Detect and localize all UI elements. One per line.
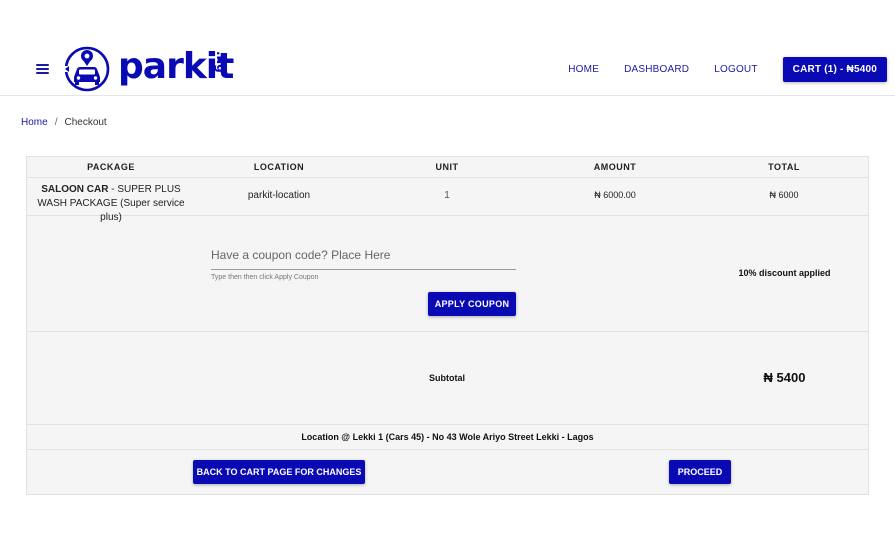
location-summary: Location @ Lekki 1 (Cars 45) - No 43 Wol… xyxy=(301,432,594,442)
subtotal-row: Subtotal ₦ 5400 xyxy=(27,332,868,425)
breadcrumb-current: Checkout xyxy=(64,117,107,128)
header-total: TOTAL xyxy=(768,162,800,172)
nav-home-link[interactable]: HOME xyxy=(568,64,599,75)
item-amount: ₦ 6000.00 xyxy=(594,190,636,200)
breadcrumb-separator: / xyxy=(54,117,58,128)
logo-tld: .ng xyxy=(214,51,228,73)
item-package-type: SALOON CAR xyxy=(41,184,109,195)
header-unit: UNIT xyxy=(435,162,459,172)
subtotal-label: Subtotal xyxy=(429,373,465,383)
brand-logo[interactable]: parkit .ng xyxy=(62,44,247,94)
top-navbar: parkit .ng HOME DASHBOARD LOGOUT CART (1… xyxy=(0,0,895,96)
coupon-input[interactable] xyxy=(211,240,516,270)
discount-note: 10% discount applied xyxy=(738,268,831,278)
item-unit: 1 xyxy=(444,190,450,201)
item-total: ₦ 6000 xyxy=(769,190,799,200)
subtotal-value: ₦ 5400 xyxy=(763,370,806,385)
actions-row: BACK TO CART PAGE FOR CHANGES PROCEED xyxy=(27,450,868,494)
location-row: Location @ Lekki 1 (Cars 45) - No 43 Wol… xyxy=(27,425,868,450)
item-location: parkit-location xyxy=(247,190,311,201)
coupon-row: Type then then click Apply Coupon APPLY … xyxy=(27,216,868,332)
coupon-hint: Type then then click Apply Coupon xyxy=(211,274,319,281)
header-location: LOCATION xyxy=(253,162,305,172)
apply-coupon-button[interactable]: APPLY COUPON xyxy=(428,292,516,316)
proceed-button[interactable]: PROCEED xyxy=(669,460,731,484)
breadcrumb-home-link[interactable]: Home xyxy=(21,117,48,128)
nav-links: HOME DASHBOARD LOGOUT CART (1) - ₦5400 xyxy=(568,57,887,82)
table-row: SALOON CAR - SUPER PLUS WASH PACKAGE (Su… xyxy=(27,178,868,223)
back-to-cart-button[interactable]: BACK TO CART PAGE FOR CHANGES xyxy=(193,460,365,484)
checkout-table: PACKAGE LOCATION UNIT AMOUNT TOTAL SALOO… xyxy=(26,156,869,495)
nav-logout-link[interactable]: LOGOUT xyxy=(714,64,757,75)
cart-button[interactable]: CART (1) - ₦5400 xyxy=(782,57,887,82)
breadcrumb: Home / Checkout xyxy=(21,117,107,128)
header-package: PACKAGE xyxy=(87,162,135,172)
car-location-icon xyxy=(64,46,110,92)
nav-dashboard-link[interactable]: DASHBOARD xyxy=(624,64,689,75)
hamburger-icon[interactable] xyxy=(36,64,49,74)
table-header-row: PACKAGE LOCATION UNIT AMOUNT TOTAL xyxy=(27,157,868,178)
header-amount: AMOUNT xyxy=(593,162,637,172)
